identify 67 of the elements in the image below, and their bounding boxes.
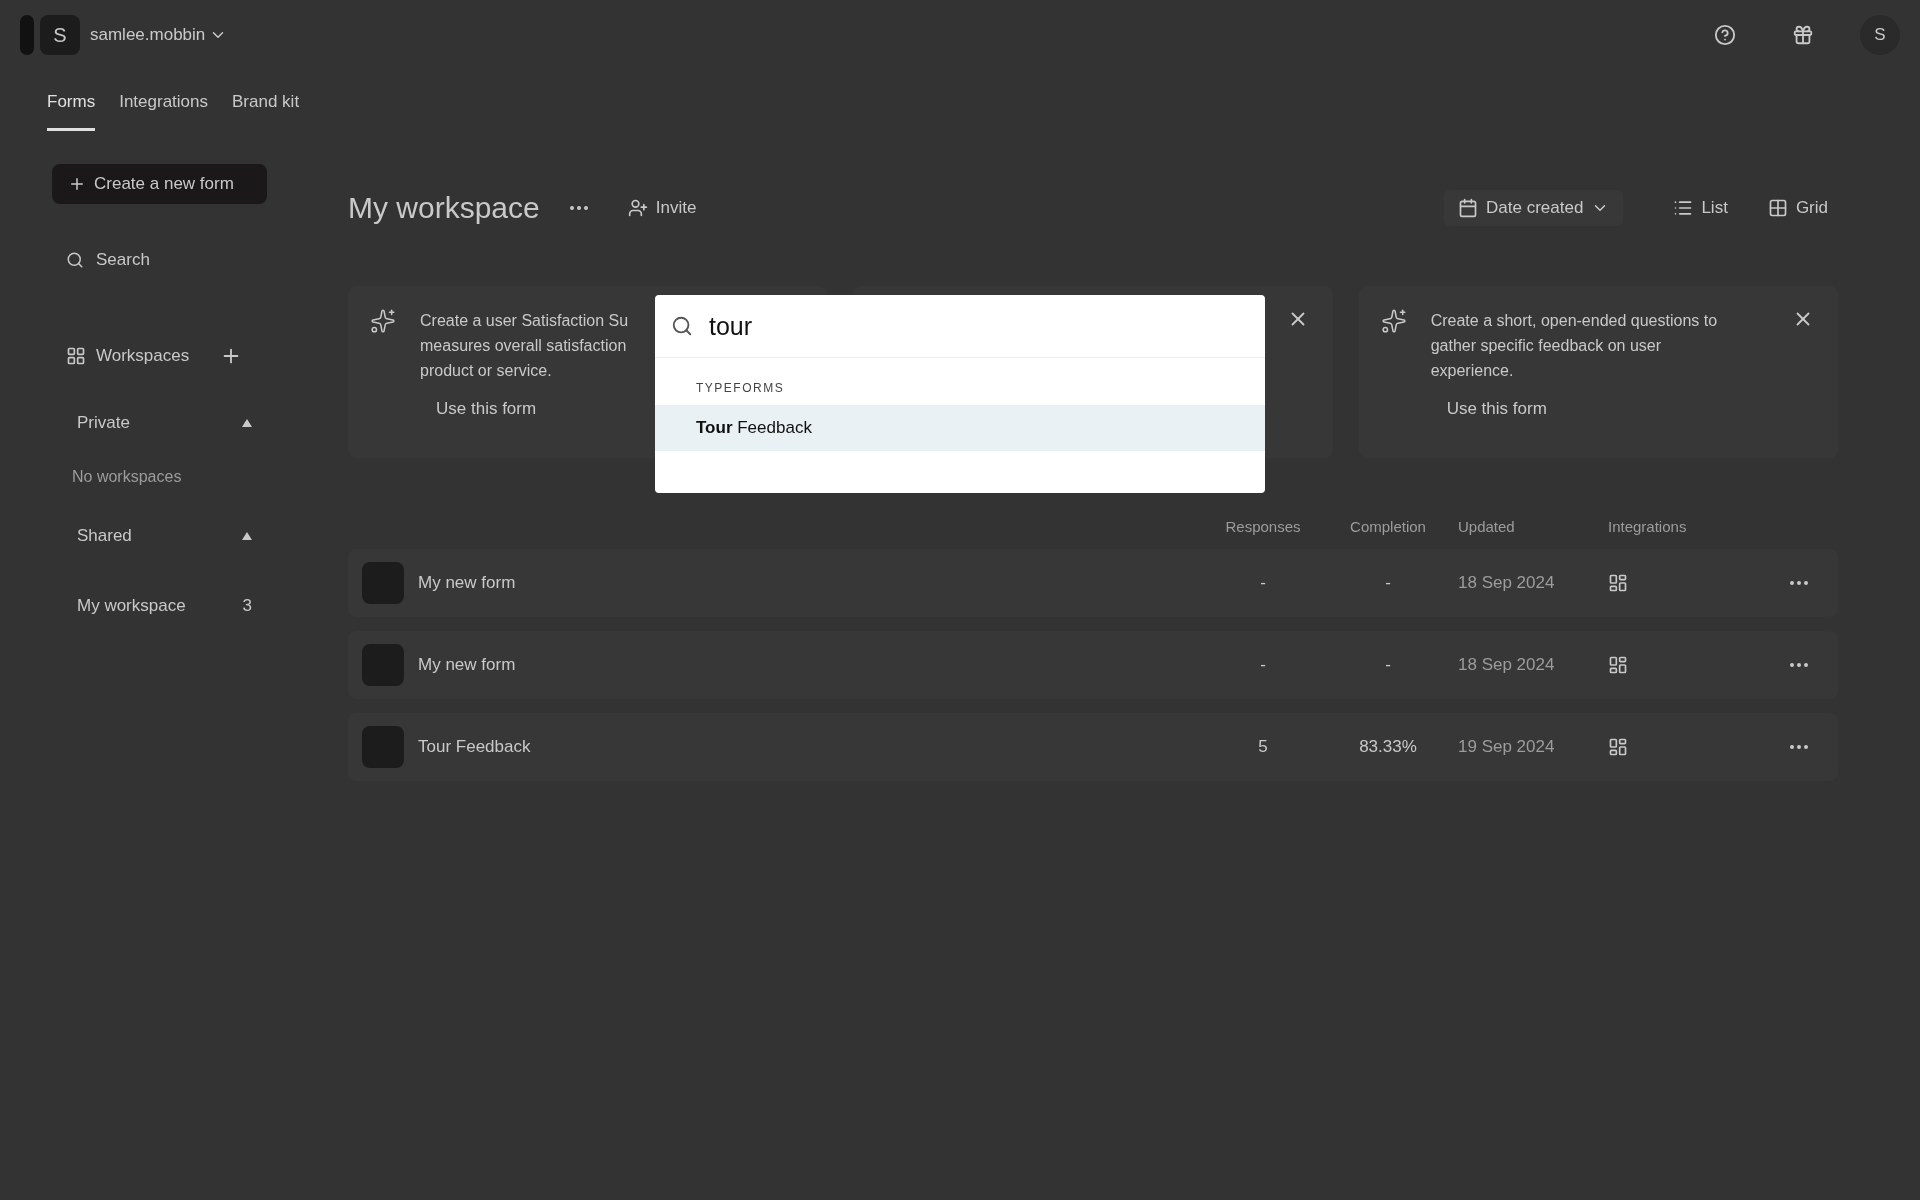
table-cell-text: 83.33%	[1358, 737, 1418, 757]
form-row[interactable]: My new form - - 18 Sep 2024	[348, 549, 1838, 617]
sort-dropdown[interactable]: Date created	[1444, 190, 1624, 226]
integrations-icon	[1608, 573, 1628, 593]
grid-icon	[66, 346, 86, 366]
search-input[interactable]: tour	[707, 310, 1249, 342]
user-plus-icon	[627, 198, 648, 218]
empty-text: No workspaces	[72, 468, 183, 486]
nav-tab[interactable]: Forms	[47, 92, 96, 131]
workspaces-label: Workspaces	[96, 346, 191, 366]
search-icon	[671, 315, 693, 337]
help-icon	[1714, 24, 1736, 46]
table-cell-text: -	[1384, 655, 1392, 675]
form-row[interactable]: My new form - - 18 Sep 2024	[348, 631, 1838, 699]
view-button[interactable]: List	[1663, 192, 1738, 224]
suggestion-text: Create a user Satisfaction Su measures overall satisfaction product or service.	[420, 311, 629, 381]
form-thumbnail	[362, 644, 404, 686]
table-cell-text: -	[1259, 655, 1267, 675]
sparkle-icon	[370, 308, 396, 334]
integrations-icon	[1608, 655, 1628, 675]
column-header: Updated	[1458, 518, 1516, 535]
use-form-button[interactable]: Use this form	[420, 383, 553, 435]
form-name: My new form	[418, 655, 516, 675]
group-toggle[interactable]: Private	[52, 413, 252, 433]
form-name: Tour Feedback	[418, 737, 531, 757]
form-thumbnail	[362, 726, 404, 768]
form-name: My new form	[418, 573, 516, 593]
table-cell-text: 18 Sep 2024	[1458, 655, 1556, 675]
table-cell-text: 5	[1257, 737, 1269, 757]
grid-icon	[1767, 198, 1788, 218]
table-cell-text: -	[1259, 573, 1267, 593]
suggestion-text: Create a short, open-ended questions to gather specific feedback on user experience.	[1430, 311, 1718, 381]
workspace-logo: S	[40, 15, 80, 55]
table-cell-text: 18 Sep 2024	[1458, 573, 1556, 593]
nav-tab[interactable]: Brand kit	[232, 92, 300, 131]
use-form-button[interactable]: Use this form	[1430, 383, 1563, 435]
search-icon	[66, 250, 84, 270]
nav-tab[interactable]: Integrations	[119, 92, 208, 131]
account-menu[interactable]: samlee.mobbin	[90, 25, 228, 45]
table-cell-text: 19 Sep 2024	[1458, 737, 1556, 757]
page-title: My workspace	[348, 191, 540, 225]
calendar-icon	[1458, 198, 1479, 218]
column-header: Responses	[1224, 518, 1302, 535]
table-cell-text: -	[1384, 573, 1392, 593]
form-row[interactable]: Tour Feedback 5 83.33% 19 Sep 2024	[348, 713, 1838, 781]
ellipsis-icon	[1790, 663, 1808, 667]
invite-button[interactable]: Invite	[617, 192, 707, 224]
user-avatar[interactable]: S	[1860, 15, 1900, 55]
section-label: TYPEFORMS	[696, 381, 785, 395]
workspace-item[interactable]: My workspace 3	[52, 596, 252, 616]
search-result[interactable]: Tour Feedback	[655, 405, 1265, 451]
gift-icon	[1792, 24, 1814, 46]
column-header: Integrations	[1608, 518, 1688, 535]
view-button[interactable]: Grid	[1757, 192, 1838, 224]
create-form-button[interactable]: Create a new form	[52, 164, 267, 204]
sparkle-icon	[1380, 308, 1407, 334]
ellipsis-icon	[569, 206, 588, 210]
group-toggle[interactable]: Shared	[52, 526, 252, 546]
plus-icon	[68, 175, 86, 193]
logo-bar-icon	[20, 15, 34, 55]
column-header: Completion	[1349, 518, 1427, 535]
integrations-icon	[1608, 737, 1628, 757]
search-field[interactable]: Search	[94, 249, 248, 271]
ellipsis-icon	[1790, 581, 1808, 585]
form-thumbnail	[362, 562, 404, 604]
list-icon	[1673, 198, 1694, 218]
ellipsis-icon	[1790, 745, 1808, 749]
